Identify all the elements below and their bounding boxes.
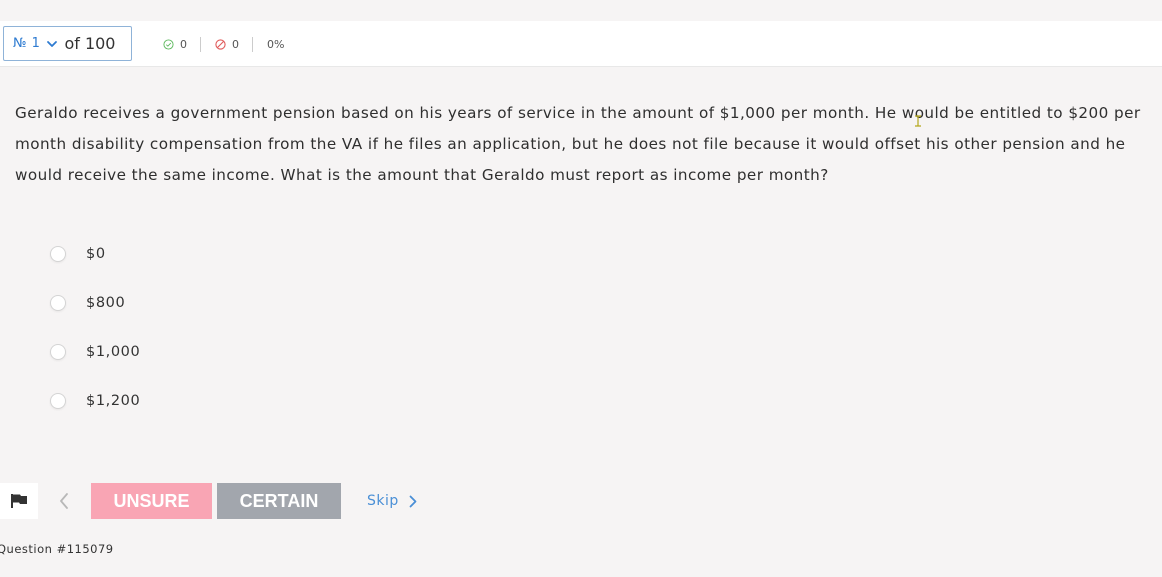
flag-icon (11, 494, 27, 508)
question-header: № 1 of 100 0 0 0% (0, 21, 1162, 67)
question-number: № 1 (13, 36, 41, 51)
answer-options: $0 $800 $1,000 $1,200 (50, 229, 140, 425)
incorrect-count: 0 (232, 37, 239, 51)
question-total: of 100 (64, 34, 116, 53)
stat-divider (200, 36, 201, 52)
skip-label: Skip (367, 493, 399, 509)
answer-option[interactable]: $1,200 (50, 376, 140, 425)
ban-icon (215, 38, 226, 50)
chevron-down-icon (47, 40, 58, 47)
percent-score: 0% (267, 37, 285, 51)
question-text: Geraldo receives a government pension ba… (15, 104, 1141, 184)
radio-button[interactable] (50, 392, 66, 409)
correct-count: 0 (180, 37, 187, 51)
incorrect-stat: 0 (215, 38, 239, 51)
stat-divider (252, 36, 253, 52)
radio-button[interactable] (50, 294, 66, 311)
question-selector[interactable]: № 1 of 100 (3, 26, 132, 61)
answer-option-label: $800 (86, 294, 126, 311)
correct-stat: 0 (163, 38, 187, 51)
answer-option-label: $0 (86, 245, 106, 262)
question-id: Question #115079 (0, 542, 114, 556)
chevron-right-icon (409, 495, 417, 507)
top-strip (0, 0, 1162, 21)
chevron-left-icon (60, 493, 68, 509)
answer-option[interactable]: $1,000 (50, 327, 140, 376)
text-cursor-icon (915, 115, 921, 127)
answer-option[interactable]: $800 (50, 278, 140, 327)
check-circle-icon (163, 38, 174, 50)
radio-button[interactable] (50, 245, 66, 262)
certain-button[interactable]: CERTAIN (217, 483, 341, 519)
answer-option-label: $1,200 (86, 392, 141, 409)
radio-button[interactable] (50, 343, 66, 360)
unsure-button[interactable]: UNSURE (91, 483, 212, 519)
previous-button[interactable] (45, 483, 83, 519)
score-stats: 0 0 0% (163, 21, 284, 67)
flag-button[interactable] (0, 483, 38, 519)
skip-button[interactable]: Skip (367, 483, 417, 519)
answer-option[interactable]: $0 (50, 229, 140, 278)
answer-option-label: $1,000 (86, 343, 141, 360)
